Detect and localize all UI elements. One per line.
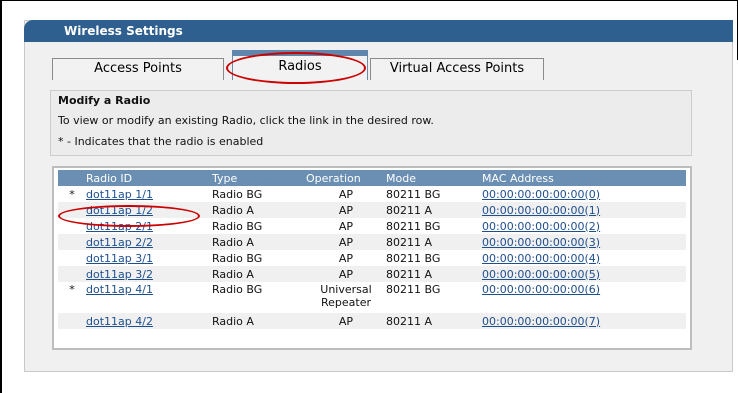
panel-title: Wireless Settings bbox=[64, 24, 183, 38]
radio-table: Radio ID Type Operation Mode MAC Address… bbox=[58, 170, 686, 329]
enabled-marker bbox=[58, 313, 86, 329]
radio-mode: 80211 BG bbox=[386, 283, 441, 296]
radio-mode: 80211 A bbox=[386, 266, 482, 282]
radio-mode: 80211 A bbox=[386, 202, 482, 218]
tab-radios[interactable]: Radios bbox=[232, 50, 368, 80]
enabled-note: * - Indicates that the radio is enabled bbox=[58, 135, 264, 148]
window-border-top bbox=[0, 0, 738, 1]
radio-mode: 80211 BG bbox=[386, 219, 441, 233]
radio-type: Radio A bbox=[212, 234, 306, 250]
mac-address-link[interactable]: 00:00:00:00:00:00(0) bbox=[482, 188, 600, 201]
radio-type: Radio BG bbox=[212, 187, 263, 201]
tab-access-points[interactable]: Access Points bbox=[52, 58, 224, 80]
radio-mode: 80211 A bbox=[386, 313, 482, 329]
radio-id-link[interactable]: dot11ap 2/2 bbox=[86, 236, 153, 249]
header-operation: Operation bbox=[306, 170, 386, 186]
radio-id-link[interactable]: dot11ap 2/1 bbox=[86, 220, 153, 233]
table-row: dot11ap 1/2 Radio A AP 80211 A 00:00:00:… bbox=[58, 202, 686, 218]
radio-mode: 80211 A bbox=[386, 234, 482, 250]
radio-type: Radio BG bbox=[212, 219, 263, 233]
radio-id-link[interactable]: dot11ap 4/1 bbox=[86, 283, 153, 296]
radio-operation: AP bbox=[338, 187, 354, 201]
table-row: dot11ap 2/2 Radio A AP 80211 A 00:00:00:… bbox=[58, 234, 686, 250]
mac-address-link[interactable]: 00:00:00:00:00:00(1) bbox=[482, 204, 600, 217]
header-type: Type bbox=[212, 170, 306, 186]
radio-id-link[interactable]: dot11ap 1/2 bbox=[86, 204, 153, 217]
section-instructions: To view or modify an existing Radio, cli… bbox=[58, 114, 434, 127]
enabled-marker bbox=[58, 250, 86, 266]
mac-address-link[interactable]: 00:00:00:00:00:00(7) bbox=[482, 315, 600, 328]
enabled-marker bbox=[58, 234, 86, 250]
section-title: Modify a Radio bbox=[58, 94, 151, 107]
header-mac-address: MAC Address bbox=[482, 170, 686, 186]
enabled-marker: * bbox=[69, 283, 75, 296]
radio-id-link[interactable]: dot11ap 3/1 bbox=[86, 252, 153, 265]
header-radio-id: Radio ID bbox=[86, 170, 212, 186]
radio-id-link[interactable]: dot11ap 3/2 bbox=[86, 268, 153, 281]
radio-id-link[interactable]: dot11ap 4/2 bbox=[86, 315, 153, 328]
radio-operation: AP bbox=[338, 251, 354, 265]
enabled-marker: * bbox=[69, 187, 75, 201]
header-mode: Mode bbox=[386, 170, 482, 186]
enabled-marker bbox=[58, 202, 86, 218]
header-enabled bbox=[58, 170, 86, 186]
tab-virtual-access-points[interactable]: Virtual Access Points bbox=[370, 58, 544, 80]
radio-operation: Universal Repeater bbox=[320, 283, 372, 309]
table-row: dot11ap 4/2 Radio A AP 80211 A 00:00:00:… bbox=[58, 313, 686, 329]
mac-address-link[interactable]: 00:00:00:00:00:00(4) bbox=[482, 252, 600, 265]
window-border-left bbox=[0, 0, 2, 393]
radio-mode: 80211 BG bbox=[386, 251, 441, 265]
enabled-marker bbox=[58, 218, 86, 234]
radio-operation: AP bbox=[306, 234, 386, 250]
mac-address-link[interactable]: 00:00:00:00:00:00(3) bbox=[482, 236, 600, 249]
radio-type: Radio A bbox=[212, 202, 306, 218]
mac-address-link[interactable]: 00:00:00:00:00:00(6) bbox=[482, 283, 600, 296]
table-row: dot11ap 3/1 Radio BG AP 80211 BG 00:00:0… bbox=[58, 250, 686, 266]
enabled-marker bbox=[58, 266, 86, 282]
table-header-row: Radio ID Type Operation Mode MAC Address bbox=[58, 170, 686, 186]
mac-address-link[interactable]: 00:00:00:00:00:00(5) bbox=[482, 268, 600, 281]
radio-operation: AP bbox=[338, 219, 354, 233]
radio-operation: AP bbox=[306, 266, 386, 282]
radio-type: Radio BG bbox=[212, 283, 263, 296]
table-row: dot11ap 2/1 Radio BG AP 80211 BG 00:00:0… bbox=[58, 218, 686, 234]
table-row: * dot11ap 1/1 Radio BG AP 80211 BG 00:00… bbox=[58, 186, 686, 202]
radio-id-link[interactable]: dot11ap 1/1 bbox=[86, 188, 153, 201]
radio-mode: 80211 BG bbox=[386, 187, 441, 201]
radio-operation: AP bbox=[306, 202, 386, 218]
radio-type: Radio BG bbox=[212, 251, 263, 265]
table-row: dot11ap 3/2 Radio A AP 80211 A 00:00:00:… bbox=[58, 266, 686, 282]
radio-operation: AP bbox=[306, 313, 386, 329]
radio-type: Radio A bbox=[212, 266, 306, 282]
radio-type: Radio A bbox=[212, 313, 306, 329]
mac-address-link[interactable]: 00:00:00:00:00:00(2) bbox=[482, 220, 600, 233]
table-row: * dot11ap 4/1 Radio BG Universal Repeate… bbox=[58, 282, 686, 313]
